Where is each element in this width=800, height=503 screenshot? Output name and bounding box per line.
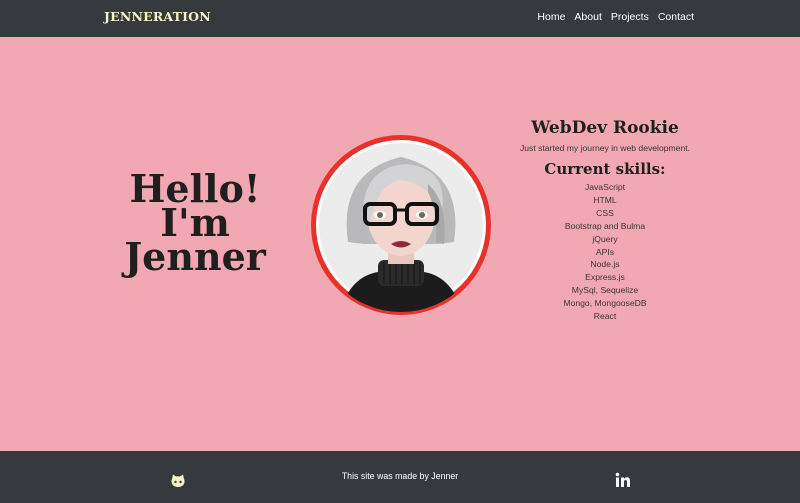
profile-title: WebDev Rookie: [531, 118, 679, 138]
avatar: [308, 132, 494, 318]
skill-item: Bootstrap and Bulma: [564, 220, 646, 231]
skills-list: JavaScript HTML CSS Bootstrap and Bulma …: [505, 181, 705, 323]
nav-link-home[interactable]: Home: [537, 11, 565, 23]
nav-link-projects[interactable]: Projects: [611, 11, 649, 23]
hero-greeting: Hello! I'm Jenner: [100, 170, 290, 279]
skill-item: MySql, Sequelize: [571, 285, 639, 296]
nav-link-about[interactable]: About: [574, 11, 601, 23]
nav-link-contact[interactable]: Contact: [658, 11, 694, 23]
skill-item: JavaScript: [584, 182, 626, 192]
skill-item: APIs: [595, 246, 615, 257]
nav-links: Home About Projects Contact: [537, 11, 694, 23]
profile-subtitle: Just started my journey in web developme…: [519, 143, 691, 153]
skill-item: HTML: [593, 194, 617, 205]
profile-panel: WebDev Rookie Just started my journey in…: [505, 118, 705, 323]
skill-item: Express.js: [585, 272, 625, 283]
skill-item: Node.js: [590, 259, 620, 270]
skills-title: Current skills:: [544, 160, 666, 178]
footer-credit: This site was made by Jenner: [341, 471, 459, 481]
skill-item: React: [593, 311, 617, 322]
brand-logo[interactable]: JENNERATION: [104, 9, 211, 24]
github-icon[interactable]: [170, 473, 186, 489]
footer: This site was made by Jenner: [0, 451, 800, 503]
skill-item: Mongo, MongooseDB: [563, 298, 647, 309]
navbar: JENNERATION Home About Projects Contact: [0, 0, 800, 37]
greeting-line-3: Jenner: [124, 234, 266, 279]
linkedin-icon[interactable]: [615, 472, 631, 488]
skill-item: CSS: [596, 207, 614, 218]
skill-item: jQuery: [592, 233, 618, 244]
